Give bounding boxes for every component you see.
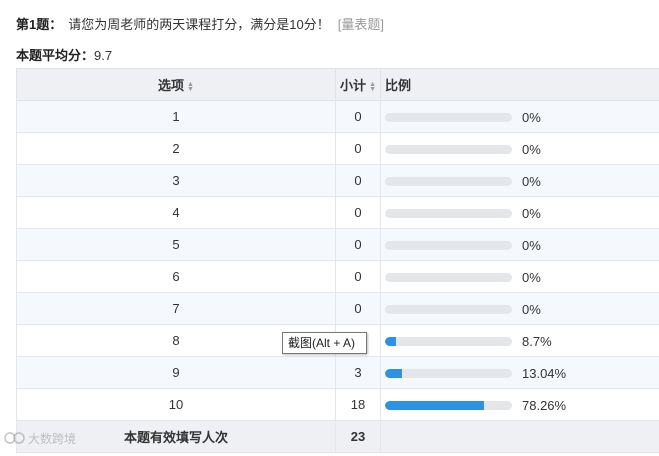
- option-cell: 4: [16, 196, 336, 229]
- option-cell: 2: [16, 132, 336, 165]
- table-row: 4 0 0%: [16, 196, 659, 229]
- table-header-row: 选项 ▲ ▼ 小计 ▲ ▼ 比例: [16, 68, 659, 101]
- ratio-bar: [385, 176, 512, 186]
- header-option[interactable]: 选项 ▲ ▼: [16, 68, 336, 101]
- ratio-percent: 0%: [522, 109, 541, 125]
- ratio-percent: 0%: [522, 301, 541, 317]
- ratio-cell: 0%: [380, 132, 659, 165]
- table-row: 5 0 0%: [16, 228, 659, 261]
- header-count[interactable]: 小计 ▲ ▼: [335, 68, 381, 101]
- ratio-cell: 0%: [380, 260, 659, 293]
- header-option-label: 选项: [158, 78, 185, 93]
- ratio-cell: 0%: [380, 164, 659, 197]
- ratio-percent: 8.7%: [522, 333, 552, 349]
- ratio-bar: [385, 272, 512, 282]
- ratio-bar: [385, 144, 512, 154]
- count-cell: 0: [335, 228, 381, 261]
- option-cell: 1: [16, 100, 336, 133]
- ratio-bar-fill: [385, 400, 485, 410]
- count-cell: 0: [335, 196, 381, 229]
- count-cell: 0: [335, 260, 381, 293]
- question-text: 请您为周老师的两天课程打分，满分是10分！: [68, 17, 330, 32]
- ratio-bar-fill: [385, 368, 402, 378]
- table-row: 6 0 0%: [16, 260, 659, 293]
- count-cell: 18: [335, 388, 381, 421]
- ratio-cell: 0%: [380, 292, 659, 325]
- option-cell: 10: [16, 388, 336, 421]
- results-table: 选项 ▲ ▼ 小计 ▲ ▼ 比例 1 0 0% 2 0 0% 3 0 0% 4 0 0% 5 0 0% 6 0 0% 7 0 0…: [16, 68, 659, 453]
- option-cell: 7: [16, 292, 336, 325]
- question-title: 第1题： 请您为周老师的两天课程打分，满分是10分！ [量表题]: [16, 14, 384, 33]
- ratio-bar: [385, 304, 512, 314]
- chart-type-link[interactable]: [量表题]: [338, 17, 384, 32]
- ratio-cell: 13.04%: [380, 356, 659, 389]
- option-cell: 3: [16, 164, 336, 197]
- ratio-bar: [385, 208, 512, 218]
- total-value: 23: [335, 420, 381, 453]
- table-row: 9 3 13.04%: [16, 356, 659, 389]
- ratio-bar: [385, 336, 512, 346]
- average-score: 本题平均分：9.7: [16, 45, 112, 64]
- ratio-cell: 0%: [380, 228, 659, 261]
- header-count-label: 小计: [340, 78, 367, 93]
- table-body: 1 0 0% 2 0 0% 3 0 0% 4 0 0% 5 0 0% 6 0 0% 7 0 0% 8 8.7% 9 3 13.04…: [16, 100, 659, 453]
- question-number: 第1题：: [16, 17, 63, 32]
- count-cell: 0: [335, 292, 381, 325]
- ratio-percent: 13.04%: [522, 365, 567, 381]
- sort-arrows-icon[interactable]: ▲ ▼: [369, 81, 376, 93]
- ratio-bar-fill: [385, 336, 397, 346]
- ratio-bar: [385, 112, 512, 122]
- option-cell: 9: [16, 356, 336, 389]
- header-ratio-label: 比例: [385, 78, 412, 93]
- option-cell: 6: [16, 260, 336, 293]
- ratio-cell: 0%: [380, 196, 659, 229]
- ratio-cell: 0%: [380, 100, 659, 133]
- ratio-bar: [385, 400, 512, 410]
- average-value: 9.7: [94, 48, 113, 63]
- ratio-percent: 0%: [522, 205, 541, 221]
- ratio-bar: [385, 368, 512, 378]
- table-row: 3 0 0%: [16, 164, 659, 197]
- table-row: 10 18 78.26%: [16, 388, 659, 421]
- camera-logo-icon: [4, 431, 26, 448]
- average-label: 本题平均分：: [16, 48, 95, 63]
- option-cell: 5: [16, 228, 336, 261]
- ratio-percent: 0%: [522, 173, 541, 189]
- watermark: 大数跨境: [4, 430, 76, 448]
- ratio-percent: 0%: [522, 237, 541, 253]
- watermark-text: 大数跨境: [28, 432, 77, 446]
- count-cell: 0: [335, 100, 381, 133]
- header-ratio: 比例: [380, 68, 659, 101]
- table-row: 2 0 0%: [16, 132, 659, 165]
- ratio-percent: 0%: [522, 269, 541, 285]
- total-empty-cell: [380, 420, 659, 453]
- ratio-percent: 0%: [522, 141, 541, 157]
- ratio-bar: [385, 240, 512, 250]
- count-cell: 0: [335, 132, 381, 165]
- ratio-cell: 78.26%: [380, 388, 659, 421]
- ratio-percent: 78.26%: [522, 397, 567, 413]
- table-row: 7 0 0%: [16, 292, 659, 325]
- sort-arrows-icon[interactable]: ▲ ▼: [187, 81, 194, 93]
- ratio-cell: 8.7%: [380, 324, 659, 357]
- count-cell: 3: [335, 356, 381, 389]
- count-cell: 0: [335, 164, 381, 197]
- table-total-row: 本题有效填写人次 23: [16, 420, 659, 453]
- screenshot-tooltip: 截图(Alt + A): [282, 332, 367, 354]
- table-row: 1 0 0%: [16, 100, 659, 133]
